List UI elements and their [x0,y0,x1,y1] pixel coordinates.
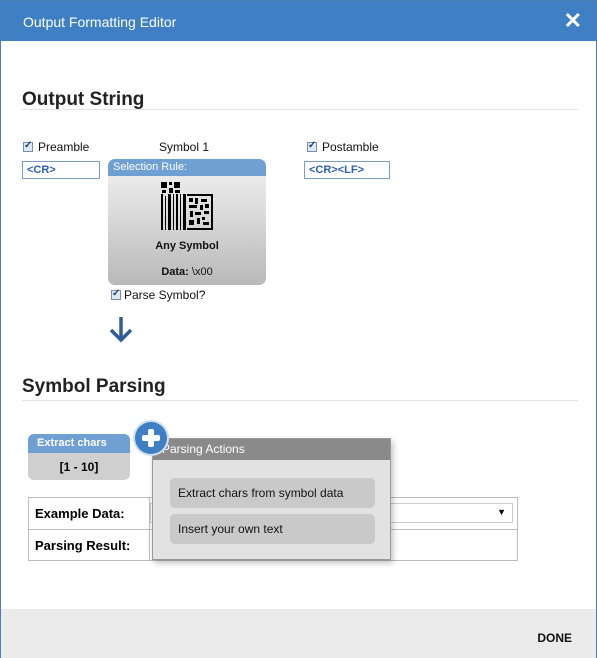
postamble-label: Postamble [322,140,379,154]
datamatrix-barcode-icon [161,182,213,230]
symbol-data-label: Data: [161,266,189,278]
title-bar: Output Formatting Editor ✕ [1,1,596,41]
extract-chars-title: Extract chars [28,434,130,453]
section-divider [22,400,578,401]
section-divider [22,109,578,110]
extract-chars-action[interactable]: Extract chars from symbol data [170,478,375,508]
table-divider [149,498,150,560]
symbol-data-value: \x00 [191,266,213,278]
output-string-heading: Output String [22,89,145,110]
close-icon[interactable]: ✕ [564,10,582,32]
parsing-actions-title: Parsing Actions [153,439,390,460]
insert-text-action[interactable]: Insert your own text [170,514,375,544]
extract-chars-range: [1 - 10] [59,460,99,474]
parsing-result-label: Parsing Result: [35,538,131,553]
preamble-label: Preamble [38,140,90,154]
preamble-field[interactable]: <CR> [22,161,100,179]
postamble-field[interactable]: <CR><LF> [304,161,390,179]
example-data-label: Example Data: [35,506,125,521]
done-button[interactable]: DONE [537,631,572,645]
symbol-data-line: Data: \x00 [108,266,266,278]
chevron-down-icon: ▼ [497,507,506,517]
parsing-actions-popup: Parsing Actions Extract chars from symbo… [152,438,391,560]
symbol-name: Any Symbol [155,240,219,252]
extract-chars-block[interactable]: Extract chars [1 - 10] [28,434,130,480]
symbol-parsing-heading: Symbol Parsing [22,376,166,397]
postamble-checkbox[interactable] [307,140,317,152]
parse-symbol-label: Parse Symbol? [124,288,206,302]
parse-symbol-checkbox[interactable] [111,288,121,300]
footer-bar: DONE [1,609,596,658]
dialog-title: Output Formatting Editor [23,14,177,30]
preamble-checkbox[interactable] [23,140,33,152]
arrow-down-icon [109,317,133,343]
symbol-card[interactable]: Selection Rule: Any Symbol Data: \x00 [108,159,266,285]
plus-circle-icon[interactable] [135,422,167,454]
output-formatting-dialog: Output Formatting Editor ✕ Output String… [0,0,597,658]
selection-rule-header: Selection Rule: [108,159,266,176]
symbol-label: Symbol 1 [159,140,210,154]
